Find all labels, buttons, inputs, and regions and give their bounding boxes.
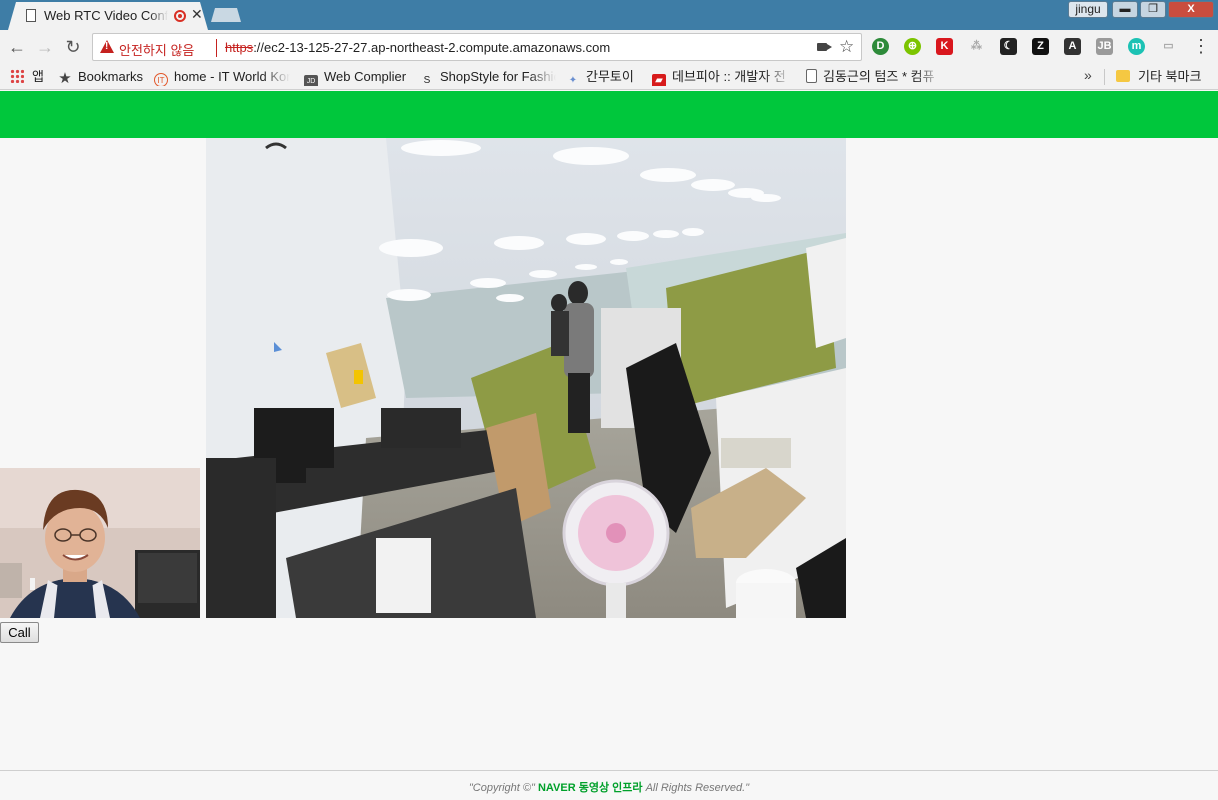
- footer-copyright: "Copyright ©": [468, 782, 535, 794]
- bookmark-label: ShopStyle for Fashion: [440, 69, 556, 84]
- extension-icon[interactable]: K: [936, 38, 953, 55]
- self-view-image: [0, 468, 200, 618]
- close-window-button[interactable]: X: [1168, 1, 1214, 18]
- browser-tab[interactable]: Web RTC Video Conf ✕: [8, 2, 208, 30]
- divider: [1104, 69, 1105, 85]
- star-icon[interactable]: ☆: [839, 37, 854, 57]
- address-bar[interactable]: 안전하지 않음 https://ec2-13-125-27-27.ap-nort…: [92, 33, 862, 61]
- other-bookmarks-label: 기타 북마크: [1138, 69, 1202, 84]
- star-icon: ★: [58, 70, 72, 86]
- document-icon: [26, 9, 36, 22]
- camera-icon[interactable]: [817, 43, 832, 51]
- devpia-icon: ▰: [652, 74, 666, 86]
- title-bar: Web RTC Video Conf ✕ jingu ▬ ❐ X: [0, 0, 1218, 30]
- bookmark-item[interactable]: 김동근의 텀즈 * 컴퓨: [806, 68, 942, 86]
- divider: [216, 39, 217, 57]
- page-header: [0, 91, 1218, 138]
- itworld-icon: IT: [154, 73, 168, 86]
- minimize-button[interactable]: ▬: [1112, 1, 1138, 18]
- extension-icon[interactable]: D: [872, 38, 889, 55]
- bookmark-label: 김동근의 텀즈 * 컴퓨: [823, 69, 935, 84]
- bookmark-item[interactable]: ★ Bookmarks: [58, 68, 148, 86]
- apps-shortcut[interactable]: 앱: [10, 68, 44, 86]
- url-host: ://ec2-13-125-27-27.ap-northeast-2.compu…: [253, 40, 611, 55]
- bookmark-label: 데브피아 :: 개발자 전: [672, 69, 786, 84]
- extension-icon[interactable]: JB: [1096, 38, 1113, 55]
- url-protocol: https: [225, 40, 254, 55]
- recording-icon: [174, 10, 186, 22]
- bookmarks-bar: 앱 ★ Bookmarks IT home - IT World Kor JD Web…: [0, 63, 1218, 90]
- extension-icon[interactable]: ☾: [1000, 38, 1017, 55]
- other-bookmarks[interactable]: 기타 북마크: [1116, 68, 1212, 86]
- bookmark-item[interactable]: ▰ 데브피아 :: 개발자 전: [652, 68, 792, 86]
- footer-divider: [0, 770, 1218, 771]
- tab-title: Web RTC Video Conf: [44, 8, 168, 23]
- bookmark-label: 간무토이: [586, 69, 634, 84]
- jdoodle-icon: JD: [304, 75, 318, 86]
- menu-icon[interactable]: ⋮: [1192, 36, 1210, 56]
- extension-icon[interactable]: ⁂: [968, 38, 985, 55]
- new-tab-button[interactable]: [211, 8, 241, 22]
- office-scene-image: [206, 138, 846, 618]
- extension-icon[interactable]: ▭: [1160, 38, 1177, 55]
- remote-video: [206, 138, 846, 618]
- forward-arrow-icon[interactable]: →: [34, 36, 56, 58]
- document-icon: [806, 69, 817, 83]
- bookmark-label: home - IT World Kor: [174, 69, 290, 84]
- bookmarks-overflow-button[interactable]: »: [1084, 67, 1092, 83]
- url-text[interactable]: https://ec2-13-125-27-27.ap-northeast-2.…: [225, 40, 610, 55]
- extension-icon[interactable]: ⊕: [904, 38, 921, 55]
- sparkle-icon: ✦: [568, 75, 578, 86]
- footer: "Copyright ©" NAVER 동영상 인프라 All Rights R…: [0, 779, 1218, 795]
- restore-button[interactable]: ❐: [1140, 1, 1166, 18]
- extension-icon[interactable]: A: [1064, 38, 1081, 55]
- local-video: [0, 468, 200, 618]
- apps-grid-icon: [10, 69, 24, 83]
- profile-button[interactable]: jingu: [1068, 1, 1108, 18]
- warning-icon[interactable]: [100, 40, 114, 53]
- folder-icon: [1116, 70, 1130, 82]
- call-button[interactable]: Call: [0, 622, 39, 643]
- bookmark-item[interactable]: JD Web Complier: [304, 68, 414, 86]
- shopstyle-icon: S: [423, 75, 431, 86]
- footer-brand: NAVER 동영상 인프라: [537, 782, 643, 794]
- bookmark-label: Bookmarks: [78, 69, 144, 84]
- bookmark-item[interactable]: S ShopStyle for Fashion: [420, 68, 556, 86]
- bookmark-item[interactable]: ✦ 간무토이: [566, 68, 646, 86]
- apps-label: 앱: [32, 69, 44, 84]
- bookmark-label: Web Complier: [324, 69, 407, 84]
- tab-close-icon[interactable]: ✕: [191, 6, 203, 23]
- bookmark-item[interactable]: IT home - IT World Kor: [154, 68, 290, 86]
- extension-icon[interactable]: Z: [1032, 38, 1049, 55]
- toolbar: ← → ↻ 안전하지 않음 https://ec2-13-125-27-27.a…: [0, 30, 1218, 63]
- extension-icon[interactable]: m: [1128, 38, 1145, 55]
- back-arrow-icon[interactable]: ←: [6, 36, 28, 58]
- footer-rights: All Rights Reserved.": [645, 782, 750, 794]
- security-label[interactable]: 안전하지 않음: [119, 40, 194, 59]
- reload-icon[interactable]: ↻: [62, 36, 84, 58]
